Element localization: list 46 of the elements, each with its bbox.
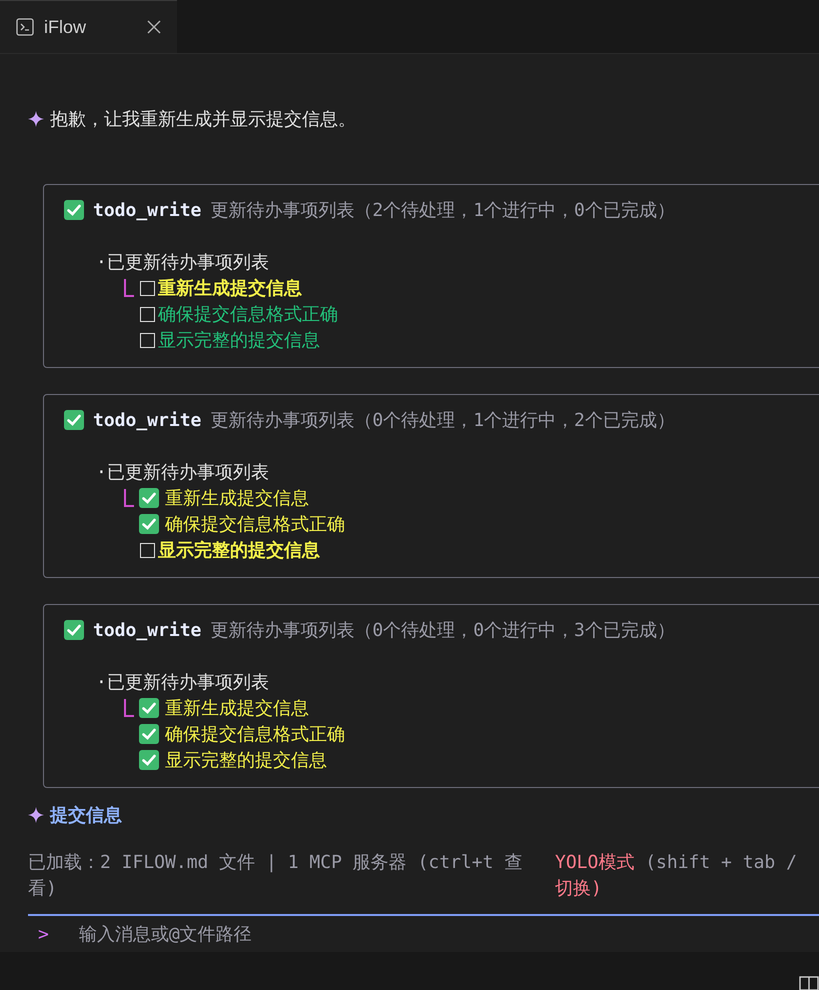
sparkle-icon (28, 807, 44, 823)
tool-summary: 更新待办事项列表（0个待处理，1个进行中，2个已完成） (210, 408, 675, 432)
checkmark-icon (139, 514, 159, 534)
todo-item-text: 重新生成提交信息 (165, 696, 309, 720)
tool-name: todo_write (93, 618, 202, 642)
assistant-message: 抱歉，让我重新生成并显示提交信息。 (50, 108, 356, 132)
todo-item-text: 确保提交信息格式正确 (165, 512, 345, 536)
todo-item-text: 重新生成提交信息 (165, 486, 309, 510)
terminal-tab[interactable]: iFlow (0, 0, 177, 53)
list-heading: ·已更新待办事项列表 (96, 461, 269, 485)
empty-checkbox-icon (140, 332, 155, 348)
close-icon[interactable] (147, 20, 161, 34)
prompt-caret: > (38, 922, 49, 946)
empty-checkbox-icon (140, 280, 155, 296)
mode-status: YOLO模式 (shift + tab / 切换) (555, 851, 798, 901)
todo-item-text: 显示完整的提交信息 (158, 538, 320, 562)
todo-item-text: 显示完整的提交信息 (165, 748, 327, 772)
loaded-status: 已加载：2 IFLOW.md 文件 | 1 MCP 服务器 (ctrl+t 查看) (28, 851, 524, 901)
checkmark-icon (64, 620, 84, 640)
tree-connector-icon (124, 279, 134, 297)
checkmark-icon (139, 488, 159, 508)
todo-item-text: 确保提交信息格式正确 (158, 302, 338, 326)
todo-item-text: 确保提交信息格式正确 (165, 722, 345, 746)
tool-summary: 更新待办事项列表（2个待处理，1个进行中，0个已完成） (210, 198, 675, 222)
todo-item-text: 重新生成提交信息 (158, 276, 302, 300)
tool-name: todo_write (93, 408, 202, 432)
tree-connector-icon (124, 699, 134, 717)
tool-name: todo_write (93, 198, 202, 222)
checkmark-icon (139, 724, 159, 744)
sparkle-icon (28, 111, 44, 127)
tool-summary: 更新待办事项列表（0个待处理，0个进行中，3个已完成） (210, 618, 675, 642)
tree-connector-icon (124, 489, 134, 507)
checkmark-icon (139, 750, 159, 770)
checkmark-icon (64, 410, 84, 430)
checkmark-icon (64, 200, 84, 220)
section-title: 提交信息 (50, 804, 122, 828)
empty-checkbox-icon (140, 306, 155, 322)
terminal-icon (16, 18, 34, 36)
tab-title: iFlow (44, 16, 88, 38)
todo-item-text: 显示完整的提交信息 (158, 328, 320, 352)
message-input[interactable]: 输入消息或@文件路径 (78, 920, 819, 948)
list-heading: ·已更新待办事项列表 (96, 671, 269, 695)
empty-checkbox-icon (140, 542, 155, 558)
list-heading: ·已更新待办事项列表 (96, 251, 269, 275)
checkmark-icon (139, 698, 159, 718)
layout-icon[interactable] (799, 976, 819, 990)
